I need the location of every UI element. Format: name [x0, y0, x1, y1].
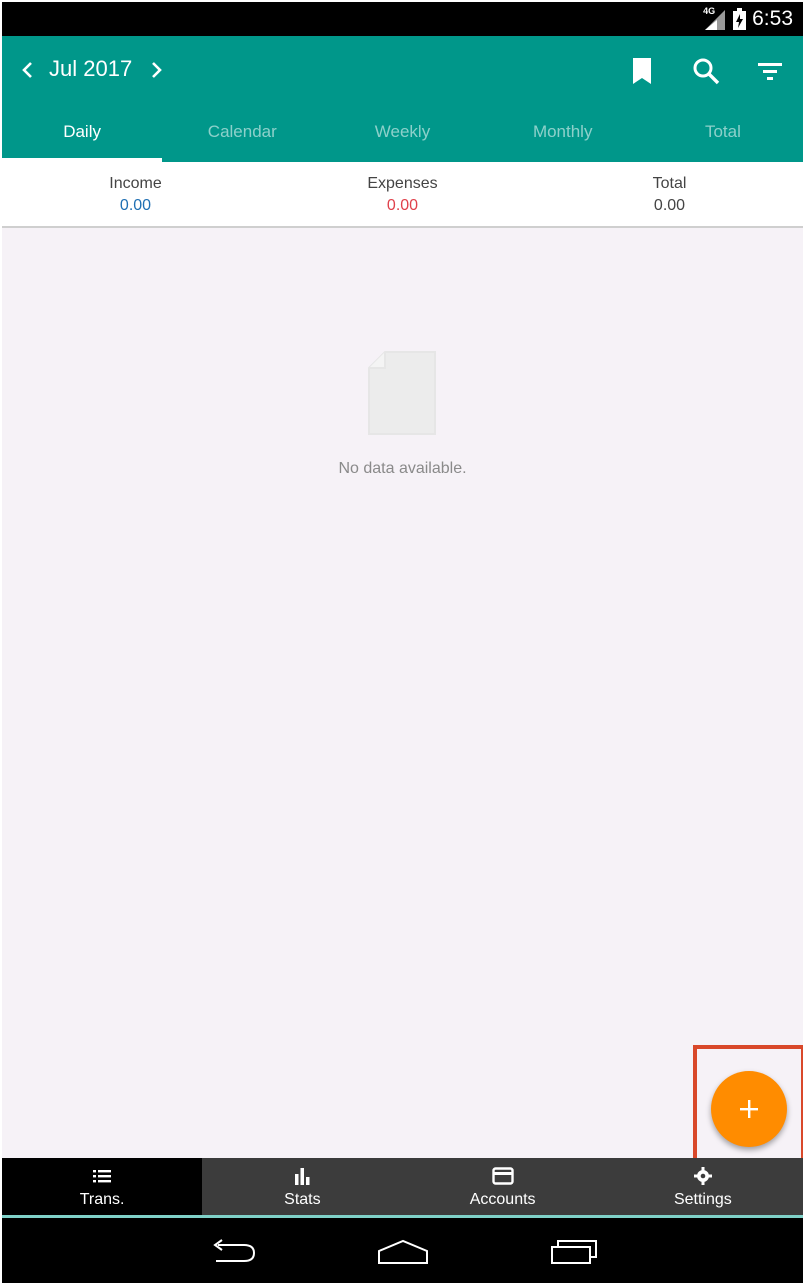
- add-transaction-button[interactable]: [711, 1071, 787, 1147]
- empty-document-icon: [365, 348, 439, 438]
- recent-apps-button[interactable]: [550, 1237, 600, 1272]
- status-bar: 4G 6:53: [2, 2, 803, 36]
- plus-icon: [740, 1100, 758, 1118]
- app-screen: 4G 6:53 Jul 2017 Daily Calendar Weekly M…: [2, 2, 803, 1283]
- empty-message: No data available.: [338, 460, 467, 477]
- back-button[interactable]: [208, 1237, 258, 1272]
- tab-daily[interactable]: Daily: [2, 104, 163, 162]
- bookmark-icon: [633, 58, 651, 84]
- expenses-label: Expenses: [367, 175, 438, 192]
- nav-settings-label: Settings: [673, 1191, 732, 1208]
- nav-stats[interactable]: Stats: [202, 1158, 402, 1215]
- tab-monthly[interactable]: Monthly: [483, 104, 643, 162]
- nav-accounts[interactable]: Accounts: [403, 1158, 603, 1215]
- next-month-button[interactable]: [142, 56, 170, 84]
- transactions-list[interactable]: No data available.: [2, 228, 803, 1158]
- income-value: 0.00: [119, 197, 152, 214]
- income-summary: Income 0.00: [2, 162, 269, 226]
- month-navigation: Jul 2017: [2, 36, 803, 104]
- card-icon: [491, 1167, 514, 1185]
- total-value: 0.00: [653, 197, 686, 214]
- system-navigation-bar: [2, 1221, 803, 1283]
- filter-button[interactable]: [755, 58, 785, 84]
- total-label: Total: [652, 175, 687, 192]
- expenses-value: 0.00: [386, 197, 419, 214]
- nav-trans-label: Trans.: [79, 1191, 125, 1208]
- home-icon: [378, 1239, 428, 1264]
- recent-apps-icon: [551, 1240, 597, 1264]
- chevron-right-icon: [152, 62, 162, 78]
- signal-icon: 4G: [703, 6, 727, 30]
- home-button[interactable]: [377, 1237, 429, 1272]
- previous-month-button[interactable]: [14, 56, 42, 84]
- current-month[interactable]: Jul 2017: [49, 56, 132, 82]
- app-bar: Jul 2017 Daily Calendar Weekly Monthly T…: [2, 36, 803, 162]
- nav-trans[interactable]: Trans.: [2, 1158, 203, 1215]
- nav-settings[interactable]: Settings: [603, 1158, 803, 1215]
- tab-weekly[interactable]: Weekly: [322, 104, 482, 162]
- back-icon: [213, 1239, 256, 1262]
- expenses-summary: Expenses 0.00: [269, 162, 536, 226]
- battery-icon: [733, 8, 747, 30]
- income-label: Income: [109, 175, 162, 192]
- bar-chart-icon: [295, 1168, 310, 1185]
- bottom-navigation: Trans. Stats Accounts Settings: [2, 1158, 803, 1218]
- total-summary: Total 0.00: [536, 162, 803, 226]
- search-icon: [693, 58, 720, 85]
- view-tabs: Daily Calendar Weekly Monthly Total: [2, 104, 803, 162]
- network-type: 4G: [703, 6, 716, 16]
- nav-stats-label: Stats: [284, 1191, 321, 1208]
- summary-bar: Income 0.00 Expenses 0.00 Total 0.00: [2, 162, 803, 228]
- tab-total[interactable]: Total: [643, 104, 803, 162]
- list-icon: [93, 1170, 112, 1183]
- clock: 6:53: [752, 7, 793, 30]
- bookmark-button[interactable]: [628, 56, 656, 86]
- search-button[interactable]: [691, 56, 721, 86]
- tab-calendar[interactable]: Calendar: [162, 104, 322, 162]
- nav-accounts-label: Accounts: [469, 1191, 536, 1208]
- gear-icon: [693, 1167, 712, 1185]
- filter-icon: [758, 63, 782, 80]
- chevron-left-icon: [22, 62, 32, 78]
